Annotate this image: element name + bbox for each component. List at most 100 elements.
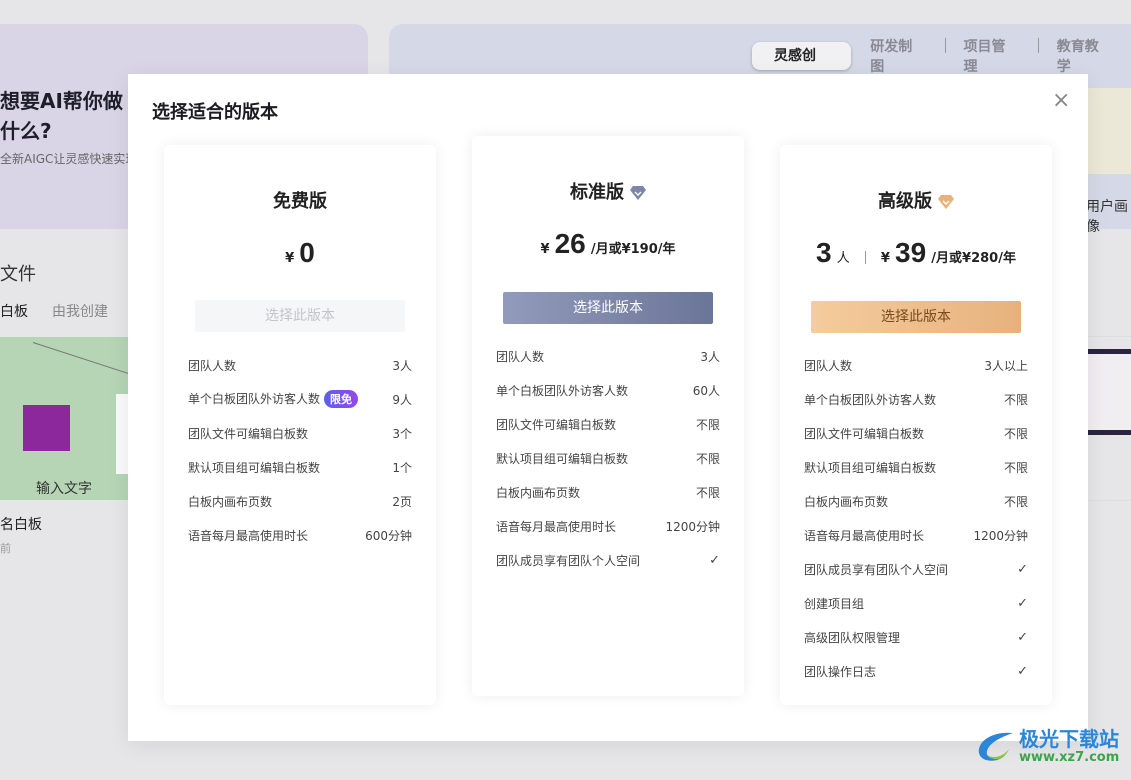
check-icon: ✓ bbox=[1017, 629, 1028, 645]
hero-title: 想要AI帮你做什么? bbox=[0, 89, 123, 143]
select-plan-button[interactable]: 选择此版本 bbox=[195, 300, 405, 332]
feature-list: 团队人数 3人 单个白板团队外访客人数 60人 团队文件可编辑白板数 不限 默认项目组可编辑… bbox=[496, 339, 720, 577]
feature-row: 单个白板团队外访客人数 60人 bbox=[496, 373, 720, 407]
check-icon: ✓ bbox=[1017, 595, 1028, 611]
file-thumbnail[interactable]: 输入文字 bbox=[0, 337, 138, 500]
price-unit: /月或¥280/年 bbox=[931, 251, 1016, 266]
feature-value: 不限 bbox=[695, 417, 720, 432]
feature-row: 高级团队权限管理 ✓ bbox=[804, 620, 1028, 654]
feature-label: 团队人数 bbox=[496, 348, 544, 365]
seats-value: 3 bbox=[816, 237, 832, 268]
hero-subtitle: 全新AIGC让灵感快速实现 bbox=[0, 152, 138, 166]
feature-label-text: 单个白板团队外访客人数 bbox=[496, 383, 629, 398]
file-name[interactable]: 名白板 bbox=[0, 514, 42, 534]
feature-label-text: 团队人数 bbox=[496, 349, 545, 364]
feature-row: 白板内画布页数 不限 bbox=[804, 484, 1028, 518]
feature-label-text: 默认项目组可编辑白板数 bbox=[188, 460, 321, 475]
feature-label: 单个白板团队外访客人数 限免 bbox=[188, 390, 359, 408]
feature-row: 创建项目组 ✓ bbox=[804, 586, 1028, 620]
feature-value: 不限 bbox=[695, 451, 720, 466]
feature-row: 白板内画布页数 不限 bbox=[496, 475, 720, 509]
currency: ¥ bbox=[540, 242, 550, 257]
plan-card-free: 免费版 ¥ 0 选择此版本 团队人数 3人 单个白板团队外访客人数 限免 9人 团队文件可… bbox=[164, 145, 436, 705]
feature-value: 不限 bbox=[1003, 426, 1028, 441]
feature-label: 团队成员享有团队个人空间 bbox=[804, 561, 948, 578]
select-plan-button[interactable]: 选择此版本 bbox=[503, 292, 713, 324]
feature-row: 团队人数 3人以上 bbox=[804, 348, 1028, 382]
thumbnail-text: 输入文字 bbox=[36, 481, 92, 497]
currency: ¥ bbox=[880, 251, 890, 266]
feature-label: 默认项目组可编辑白板数 bbox=[188, 459, 320, 476]
feature-label: 团队成员享有团队个人空间 bbox=[496, 552, 640, 569]
feature-label: 创建项目组 bbox=[804, 595, 864, 612]
feature-row: 团队文件可编辑白板数 不限 bbox=[804, 416, 1028, 450]
feature-row: 单个白板团队外访客人数 限免 9人 bbox=[188, 382, 412, 416]
feature-value: 不限 bbox=[695, 485, 720, 500]
feature-row: 语音每月最高使用时长 600分钟 bbox=[188, 518, 412, 552]
price-value: 0 bbox=[299, 237, 315, 268]
template-thumbnail[interactable] bbox=[1088, 349, 1131, 435]
feature-label: 默认项目组可编辑白板数 bbox=[496, 450, 628, 467]
feature-label-text: 白板内画布页数 bbox=[188, 494, 273, 509]
feature-label: 语音每月最高使用时长 bbox=[804, 527, 924, 544]
feature-label: 单个白板团队外访客人数 bbox=[496, 382, 628, 399]
connector-line bbox=[32, 342, 138, 377]
feature-label-text: 白板内画布页数 bbox=[804, 494, 889, 509]
file-tab-created-by-me[interactable]: 由我创建 bbox=[52, 301, 108, 321]
tab-rd-drawing[interactable]: 研发制图 bbox=[851, 36, 944, 76]
feature-label-text: 团队人数 bbox=[188, 358, 237, 373]
tab-education[interactable]: 教育教学 bbox=[1037, 36, 1131, 76]
plan-card-standard: 标准版 ¥ 26 /月或¥190/年 选择此版本 团队人数 3人 单个白板团队外访客… bbox=[472, 136, 744, 696]
check-icon: ✓ bbox=[1017, 663, 1028, 679]
select-plan-button[interactable]: 选择此版本 bbox=[811, 301, 1021, 333]
template-thumbnail[interactable] bbox=[1088, 88, 1131, 174]
feature-value: 3人 bbox=[700, 349, 720, 364]
feature-row: 团队人数 3人 bbox=[188, 348, 412, 382]
feature-value: 3人以上 bbox=[984, 358, 1028, 373]
feature-label: 语音每月最高使用时长 bbox=[188, 527, 308, 544]
file-tab-whiteboard[interactable]: 白板 bbox=[0, 301, 28, 321]
tab-project-management[interactable]: 项目管理 bbox=[944, 36, 1038, 76]
feature-row: 团队成员享有团队个人空间 ✓ bbox=[496, 543, 720, 577]
plan-name: 免费版 bbox=[273, 191, 327, 212]
feature-label: 团队文件可编辑白板数 bbox=[804, 425, 924, 442]
feature-value: 不限 bbox=[1003, 392, 1028, 407]
pricing-modal: 选择适合的版本 × 免费版 ¥ 0 选择此版本 团队人数 3人 单个白板团队外访客人… bbox=[128, 74, 1088, 741]
feature-label: 团队人数 bbox=[804, 357, 852, 374]
feature-row: 默认项目组可编辑白板数 不限 bbox=[804, 450, 1028, 484]
files-section-title: 文件 bbox=[0, 264, 36, 285]
price-value: 26 bbox=[554, 228, 586, 259]
feature-label: 默认项目组可编辑白板数 bbox=[804, 459, 936, 476]
feature-label: 单个白板团队外访客人数 bbox=[804, 391, 936, 408]
feature-row: 团队操作日志 ✓ bbox=[804, 654, 1028, 688]
feature-row: 团队文件可编辑白板数 3个 bbox=[188, 416, 412, 450]
feature-value: 2页 bbox=[392, 494, 412, 509]
feature-label-text: 团队文件可编辑白板数 bbox=[188, 426, 309, 441]
plan-name-text: 高级版 bbox=[878, 191, 932, 212]
tab-inspiration[interactable]: 灵感创作 bbox=[752, 42, 852, 92]
feature-label-text: 团队文件可编辑白板数 bbox=[804, 426, 925, 441]
plan-card-premium: 高级版 3 人 ¥ 39 /月或¥280/年 选择此版本 团队人数 3人以上 单个白… bbox=[780, 145, 1052, 705]
feature-value: 60人 bbox=[692, 383, 720, 398]
feature-value: 1200分钟 bbox=[973, 528, 1028, 543]
feature-label: 高级团队权限管理 bbox=[804, 629, 900, 646]
price-separator bbox=[864, 251, 866, 264]
feature-label: 团队文件可编辑白板数 bbox=[188, 425, 308, 442]
feature-label: 团队文件可编辑白板数 bbox=[496, 416, 616, 433]
template-caption: 用户画像 bbox=[1086, 199, 1128, 235]
feature-label-text: 团队操作日志 bbox=[804, 664, 877, 679]
feature-row: 单个白板团队外访客人数 不限 bbox=[804, 382, 1028, 416]
seats-unit: 人 bbox=[836, 251, 850, 266]
feature-label-text: 单个白板团队外访客人数 bbox=[804, 392, 937, 407]
plan-price: ¥ 26 /月或¥190/年 bbox=[472, 228, 744, 260]
feature-label-text: 语音每月最高使用时长 bbox=[188, 528, 309, 543]
feature-label-text: 创建项目组 bbox=[804, 596, 865, 611]
price-unit: /月或¥190/年 bbox=[590, 242, 676, 257]
feature-value: 1200分钟 bbox=[665, 519, 720, 534]
feature-label-text: 团队成员享有团队个人空间 bbox=[804, 562, 949, 577]
close-icon[interactable]: × bbox=[1052, 90, 1070, 112]
category-tabs: 灵感创作 研发制图 项目管理 教育教学 bbox=[752, 38, 1131, 92]
feature-label-text: 单个白板团队外访客人数 bbox=[188, 392, 321, 406]
feature-row: 语音每月最高使用时长 1200分钟 bbox=[496, 509, 720, 543]
feature-row: 白板内画布页数 2页 bbox=[188, 484, 412, 518]
